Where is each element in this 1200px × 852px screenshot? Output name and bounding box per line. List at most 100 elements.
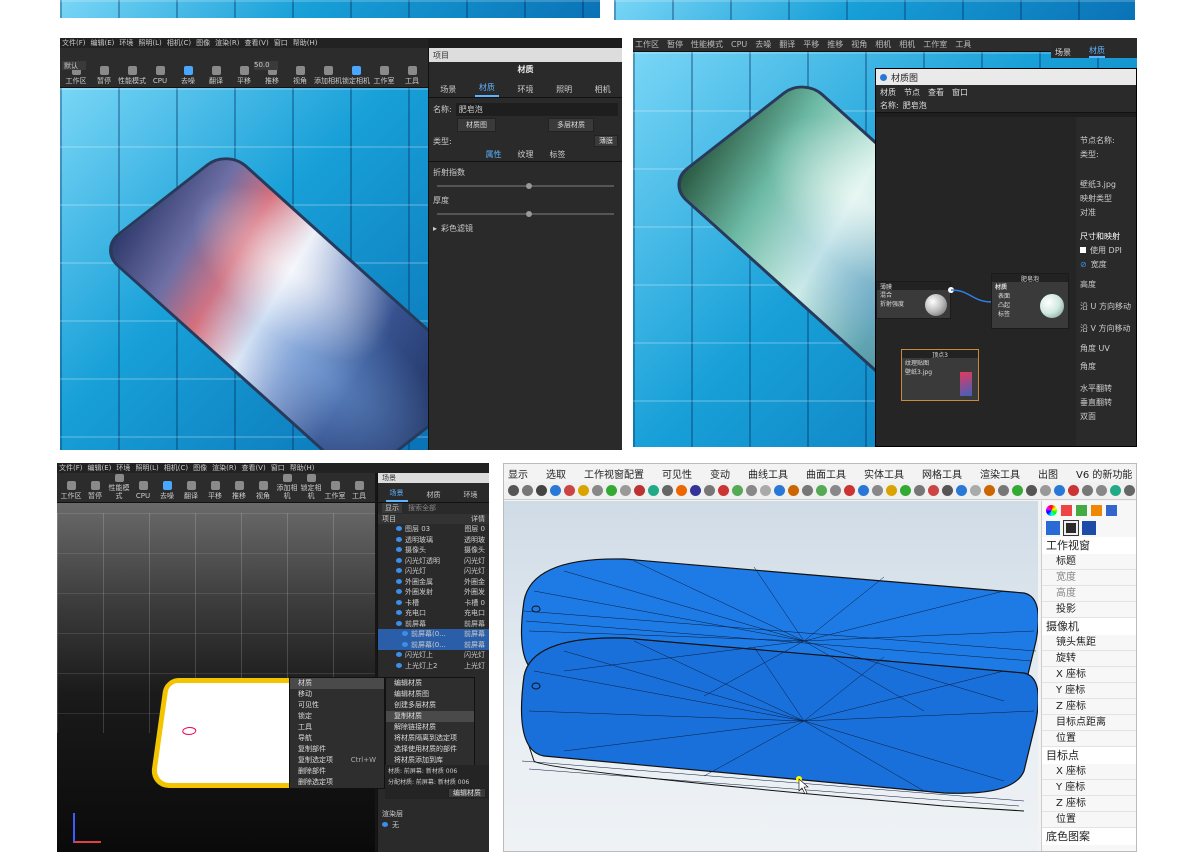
edit-material-button[interactable]: 编辑材质	[448, 788, 486, 798]
rhino-tool-icon[interactable]	[914, 485, 925, 496]
menu-item[interactable]: 环境	[119, 38, 133, 48]
context-menu-item[interactable]: 锁定	[290, 711, 384, 722]
submenu-item[interactable]: 编辑材质图	[386, 689, 474, 700]
viewport-icon[interactable]	[1063, 520, 1079, 536]
context-menu-item[interactable]: 移动	[290, 689, 384, 700]
toolbar-button[interactable]: 平移	[203, 474, 227, 502]
rhino-tool-icon[interactable]	[1054, 485, 1065, 496]
menu-item[interactable]: 照明(L)	[138, 38, 161, 48]
toolbar-label[interactable]: 工作区	[635, 39, 659, 50]
visibility-icon[interactable]	[396, 662, 402, 668]
tree-row[interactable]: 卡槽 卡槽 0	[378, 598, 489, 609]
toolbar-button[interactable]: 锁定相机	[342, 59, 370, 87]
rhino-tool-icon[interactable]	[690, 485, 701, 496]
show-button[interactable]: 显示	[382, 503, 402, 514]
tree-row[interactable]: 前屏幕(0... 前屏幕	[378, 639, 489, 650]
property-row[interactable]: 目标点距离	[1042, 715, 1136, 731]
thickness-slider[interactable]	[437, 211, 614, 217]
rhino-tool-icon[interactable]	[522, 485, 533, 496]
rhino-tool-icon[interactable]	[928, 485, 939, 496]
render-icon[interactable]	[1076, 504, 1087, 516]
property-row[interactable]: X 座标	[1042, 764, 1136, 780]
rhino-tab[interactable]: 曲面工具	[806, 466, 846, 481]
toolbar-button[interactable]: 推移	[227, 474, 251, 502]
rhino-tab[interactable]: 网格工具	[922, 466, 962, 481]
name-field[interactable]: 肥皂泡	[455, 102, 618, 116]
rhino-tab[interactable]: 出图	[1038, 466, 1058, 481]
library-icon[interactable]	[1106, 504, 1117, 516]
context-menu-item[interactable]: 删除部件	[290, 766, 384, 777]
toolbar-button[interactable]: 视角	[286, 59, 314, 87]
rhino-tool-icon[interactable]	[606, 485, 617, 496]
rhino-tool-icon[interactable]	[1082, 485, 1093, 496]
toolbar-label[interactable]: 工具	[955, 39, 971, 50]
subtab-texture[interactable]: 纹理	[518, 149, 534, 160]
link-icon[interactable]: ⊘	[1080, 260, 1087, 269]
rhino-tool-icon[interactable]	[732, 485, 743, 496]
rhino-tool-icon[interactable]	[620, 485, 631, 496]
tree-row[interactable]: 摄像头 摄像头	[378, 545, 489, 556]
context-menu-item[interactable]: 复制选定项 Ctrl+W	[290, 755, 384, 766]
rhino-tab[interactable]: 曲线工具	[748, 466, 788, 481]
toolbar-label[interactable]: 翻译	[779, 39, 795, 50]
menu-view[interactable]: 查看	[928, 87, 944, 98]
rhino-tool-icon[interactable]	[1068, 485, 1079, 496]
material-graph-button[interactable]: 材质图	[457, 118, 496, 132]
toolbar-button[interactable]: CPU	[146, 59, 174, 87]
toolbar-button[interactable]: 添加相机	[275, 474, 299, 502]
visibility-icon[interactable]	[396, 599, 402, 605]
tree-row[interactable]: 外圈发射 外圈发	[378, 587, 489, 598]
rhino-tool-icon[interactable]	[984, 485, 995, 496]
tab-scene[interactable]: 场景	[436, 82, 460, 97]
tree-row[interactable]: 外圈金属 外圈金	[378, 577, 489, 588]
toolbar-label[interactable]: 推移	[827, 39, 843, 50]
material-icon[interactable]	[1061, 504, 1072, 516]
rhino-tool-icon[interactable]	[634, 485, 645, 496]
rhino-tab[interactable]: 选取	[546, 466, 566, 481]
light-icon[interactable]	[1091, 504, 1102, 516]
toolbar-button[interactable]: 工具	[398, 59, 426, 87]
property-row[interactable]: Z 座标	[1042, 699, 1136, 715]
rhino-tab[interactable]: 变动	[710, 466, 730, 481]
visibility-icon[interactable]	[396, 578, 402, 584]
rhino-tool-icon[interactable]	[942, 485, 953, 496]
menu-item[interactable]: 图像	[193, 463, 207, 473]
toolbar-label[interactable]: 性能模式	[691, 39, 723, 50]
toolbar-button[interactable]: 性能模式	[107, 474, 131, 502]
flip-vertical-label[interactable]: 垂直翻转	[1080, 397, 1112, 408]
toolbar-button[interactable]: 翻译	[202, 59, 230, 87]
search-field[interactable]: 搜索全部	[408, 503, 436, 513]
rhino-tool-icon[interactable]	[1110, 485, 1121, 496]
menu-item[interactable]: 帮助(H)	[290, 463, 315, 473]
subtab-label[interactable]: 标签	[550, 149, 566, 160]
rhino-tool-icon[interactable]	[760, 485, 771, 496]
tab-material[interactable]: 材质	[1089, 45, 1105, 58]
tree-row[interactable]: 透明玻璃 透明玻	[378, 535, 489, 546]
submenu-item[interactable]: 将材质隔离到选定项	[386, 733, 474, 744]
rhino-tool-icon[interactable]	[1026, 485, 1037, 496]
context-menu-item[interactable]: 复制部件	[290, 744, 384, 755]
menu-item[interactable]: 相机(C)	[167, 38, 191, 48]
render-layer-none[interactable]: 无	[392, 820, 399, 830]
tree-row[interactable]: 上光灯上2 上光灯	[378, 661, 489, 672]
rhino-tool-icon[interactable]	[564, 485, 575, 496]
visibility-icon[interactable]	[396, 547, 402, 553]
refraction-slider[interactable]	[437, 183, 614, 189]
rhino-tool-icon[interactable]	[816, 485, 827, 496]
name-field[interactable]: 肥皂泡	[903, 100, 927, 111]
submenu-item[interactable]: 编辑材质	[386, 678, 474, 689]
property-row[interactable]: Z 座标	[1042, 796, 1136, 812]
property-row[interactable]: 标题	[1042, 554, 1136, 570]
tree-row[interactable]: 闪光灯 闪光灯	[378, 566, 489, 577]
toolbar-label[interactable]: 工作室	[923, 39, 947, 50]
rhino-tab[interactable]: V6 的新功能	[1076, 466, 1132, 481]
toolbar-button[interactable]: 暂停	[83, 474, 107, 502]
rhino-tool-icon[interactable]	[746, 485, 757, 496]
rhino-tool-icon[interactable]	[886, 485, 897, 496]
property-row[interactable]: 投影	[1042, 602, 1136, 618]
menu-item[interactable]: 图像	[196, 38, 210, 48]
property-row[interactable]: 旋转	[1042, 651, 1136, 667]
type-dropdown[interactable]: 薄膜	[594, 135, 618, 147]
menu-item[interactable]: 渲染(R)	[215, 38, 239, 48]
rhino-tool-icon[interactable]	[578, 485, 589, 496]
